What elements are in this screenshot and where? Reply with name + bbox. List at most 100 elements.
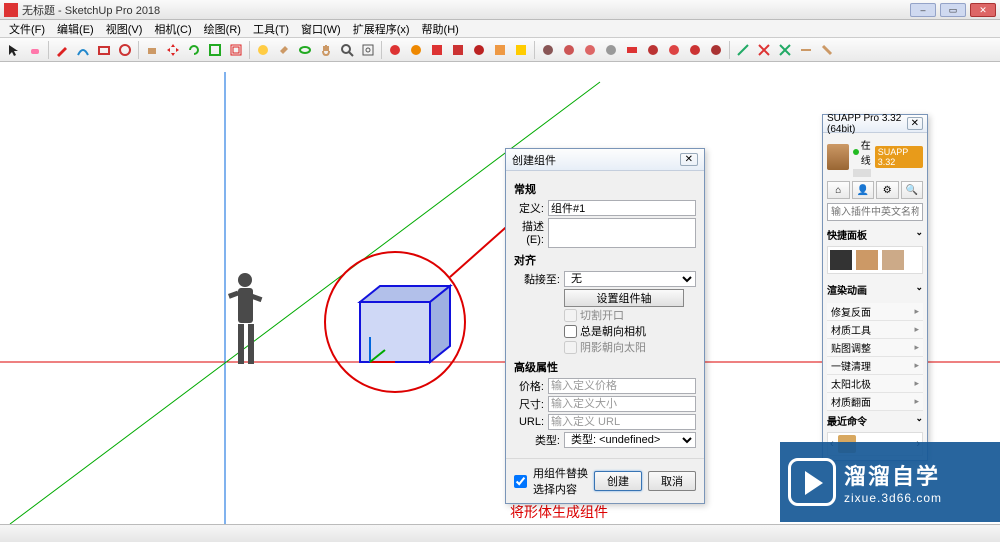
list-item[interactable]: 贴图调整▸ — [827, 339, 923, 357]
face-camera-checkbox[interactable] — [564, 325, 577, 338]
thumb-icon[interactable] — [856, 250, 878, 270]
plugin-icon[interactable] — [706, 40, 726, 60]
plugin-icon[interactable] — [643, 40, 663, 60]
arc-tool-icon[interactable] — [73, 40, 93, 60]
move-tool-icon[interactable] — [163, 40, 183, 60]
scale-tool-icon[interactable] — [205, 40, 225, 60]
list-item[interactable]: 材质翻面▸ — [827, 393, 923, 411]
eraser-tool-icon[interactable] — [25, 40, 45, 60]
suapp-title-text: SUAPP Pro 3.32 (64bit) — [827, 113, 907, 135]
plugin-icon[interactable] — [685, 40, 705, 60]
menu-edit[interactable]: 编辑(E) — [52, 21, 99, 37]
tab-home-icon[interactable]: ⌂ — [827, 181, 850, 199]
dialog-titlebar[interactable]: 创建组件 ✕ — [506, 149, 704, 171]
size-input[interactable] — [548, 396, 696, 412]
plugin-icon[interactable] — [538, 40, 558, 60]
menu-bar: 文件(F) 编辑(E) 视图(V) 相机(C) 绘图(R) 工具(T) 窗口(W… — [0, 20, 1000, 38]
avatar[interactable] — [827, 144, 849, 170]
set-axis-button[interactable]: 设置组件轴 — [564, 289, 684, 307]
suapp-close-button[interactable]: ✕ — [907, 117, 923, 130]
plugin-icon[interactable] — [559, 40, 579, 60]
menu-tools[interactable]: 工具(T) — [248, 21, 294, 37]
close-button[interactable]: ✕ — [970, 3, 996, 17]
replace-selection-label: 用组件替换选择内容 — [533, 465, 588, 497]
orbit-tool-icon[interactable] — [295, 40, 315, 60]
rectangle-tool-icon[interactable] — [94, 40, 114, 60]
plugin-icon[interactable] — [622, 40, 642, 60]
scale-figure — [228, 273, 262, 364]
watermark-badge: 溜溜自学 zixue.3d66.com — [780, 442, 1000, 522]
menu-camera[interactable]: 相机(C) — [149, 21, 196, 37]
plugin-icon[interactable] — [754, 40, 774, 60]
pushpull-tool-icon[interactable] — [142, 40, 162, 60]
description-input[interactable] — [548, 218, 696, 248]
price-input[interactable] — [548, 378, 696, 394]
toolbar-separator — [138, 41, 139, 59]
list-item[interactable]: 太阳北极▸ — [827, 375, 923, 393]
minimize-button[interactable]: – — [910, 3, 936, 17]
tape-tool-icon[interactable] — [253, 40, 273, 60]
quick-thumbs — [827, 246, 923, 274]
list-item[interactable]: 一键清理▸ — [827, 357, 923, 375]
cut-opening-checkbox — [564, 309, 577, 322]
suapp-titlebar[interactable]: SUAPP Pro 3.32 (64bit) ✕ — [823, 115, 927, 133]
plugin-icon[interactable] — [817, 40, 837, 60]
main-toolbar — [0, 38, 1000, 62]
menu-extensions[interactable]: 扩展程序(x) — [348, 21, 415, 37]
url-label: URL: — [514, 416, 544, 428]
menu-help[interactable]: 帮助(H) — [417, 21, 464, 37]
thumb-icon[interactable] — [882, 250, 904, 270]
suapp-search-input[interactable] — [827, 203, 923, 221]
menu-view[interactable]: 视图(V) — [101, 21, 148, 37]
definition-label: 定义: — [514, 200, 544, 216]
thumb-icon[interactable] — [830, 250, 852, 270]
tab-gear-icon[interactable]: ⚙ — [876, 181, 899, 199]
plugin-icon[interactable] — [733, 40, 753, 60]
plugin-icon[interactable] — [511, 40, 531, 60]
replace-selection-checkbox[interactable] — [514, 475, 527, 488]
circle-tool-icon[interactable] — [115, 40, 135, 60]
glue-select[interactable]: 无 — [564, 271, 696, 287]
plugin-icon[interactable] — [601, 40, 621, 60]
rotate-tool-icon[interactable] — [184, 40, 204, 60]
plugin-icon[interactable] — [427, 40, 447, 60]
menu-file[interactable]: 文件(F) — [4, 21, 50, 37]
plugin-icon[interactable] — [580, 40, 600, 60]
price-label: 价格: — [514, 378, 544, 394]
face-camera-label: 总是朝向相机 — [580, 323, 646, 339]
dialog-close-button[interactable]: ✕ — [680, 153, 698, 166]
plugin-icon[interactable] — [775, 40, 795, 60]
menu-draw[interactable]: 绘图(R) — [199, 21, 246, 37]
offset-tool-icon[interactable] — [226, 40, 246, 60]
plugin-icon[interactable] — [448, 40, 468, 60]
url-input[interactable] — [548, 414, 696, 430]
section-advanced: 高级属性 — [514, 359, 696, 375]
cancel-button[interactable]: 取消 — [648, 471, 696, 491]
pencil-tool-icon[interactable] — [52, 40, 72, 60]
plugin-icon[interactable] — [664, 40, 684, 60]
pan-tool-icon[interactable] — [316, 40, 336, 60]
zoom-extents-icon[interactable] — [358, 40, 378, 60]
tab-user-icon[interactable]: 👤 — [852, 181, 875, 199]
list-item[interactable]: 材质工具▸ — [827, 321, 923, 339]
plugin-icon[interactable] — [469, 40, 489, 60]
maximize-button[interactable]: ▭ — [940, 3, 966, 17]
paint-tool-icon[interactable] — [274, 40, 294, 60]
render-section-header[interactable]: 渲染动画⌄ — [827, 280, 923, 299]
plugin-icon[interactable] — [406, 40, 426, 60]
list-item[interactable]: 修复反面▸ — [827, 303, 923, 321]
type-select[interactable]: 类型: <undefined> — [564, 432, 696, 448]
create-button[interactable]: 创建 — [594, 471, 642, 491]
quick-panel-header[interactable]: 快捷面板⌄ — [827, 225, 923, 244]
tab-search-icon[interactable]: 🔍 — [901, 181, 924, 199]
plugin-icon[interactable] — [490, 40, 510, 60]
recent-section-header[interactable]: 最近命令⌄ — [827, 411, 923, 430]
user-status: 在线 — [861, 137, 871, 167]
plugin-icon[interactable] — [796, 40, 816, 60]
select-tool-icon[interactable] — [4, 40, 24, 60]
definition-input[interactable] — [548, 200, 696, 216]
suapp-user-row: 在线 SUAPP 3.32 — [827, 137, 923, 177]
plugin-icon[interactable] — [385, 40, 405, 60]
menu-window[interactable]: 窗口(W) — [296, 21, 346, 37]
zoom-tool-icon[interactable] — [337, 40, 357, 60]
